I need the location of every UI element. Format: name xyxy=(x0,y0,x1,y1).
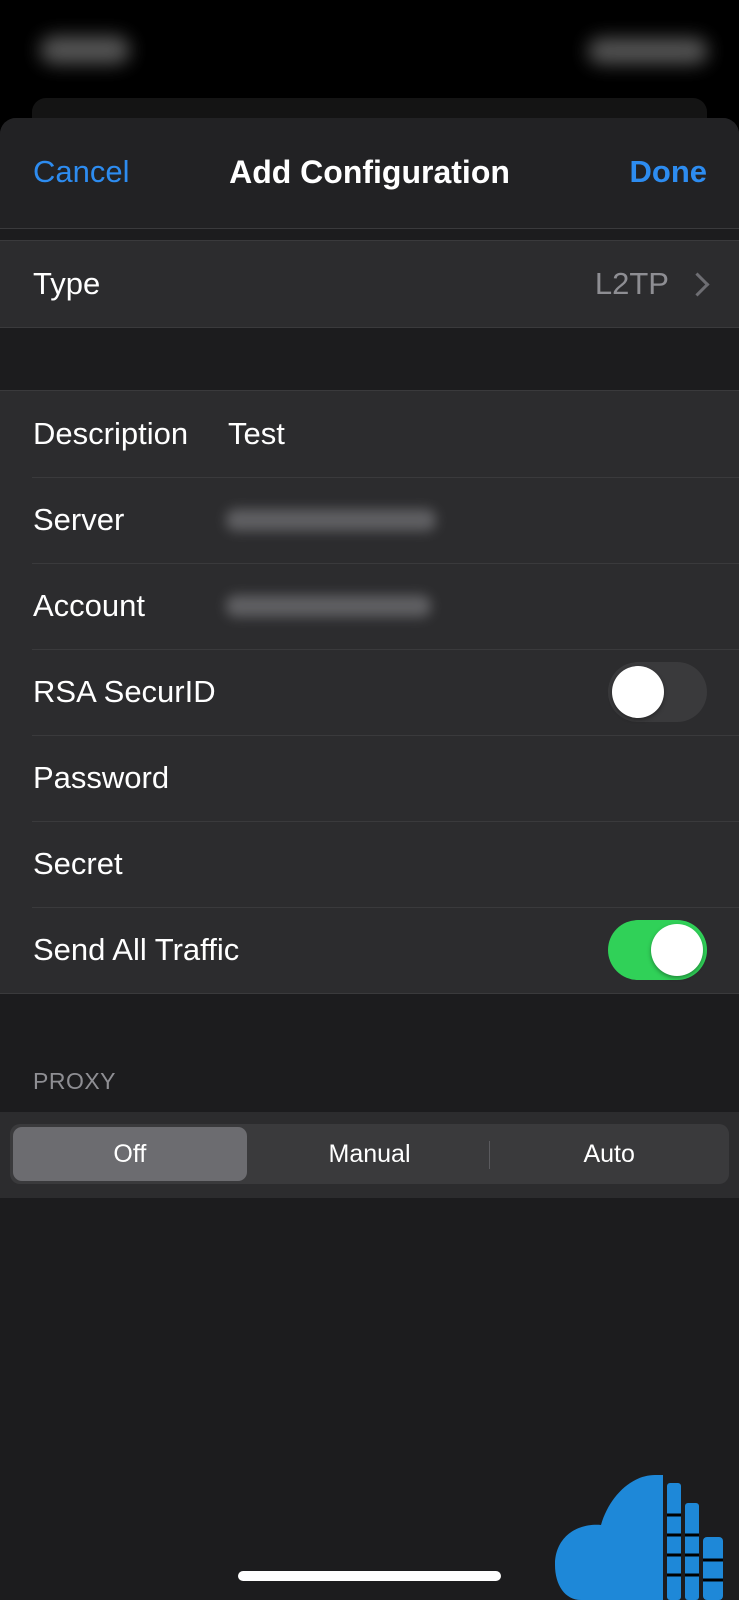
type-row[interactable]: Type L2TP xyxy=(0,241,739,327)
server-label: Server xyxy=(33,502,125,537)
proxy-segmented-control: Off Manual Auto xyxy=(10,1124,729,1184)
account-label: Account xyxy=(33,588,146,623)
type-value: L2TP xyxy=(594,266,669,301)
proxy-option-manual[interactable]: Manual xyxy=(253,1127,487,1181)
rsa-securid-toggle[interactable] xyxy=(608,662,707,722)
done-button[interactable]: Done xyxy=(630,154,708,190)
server-field-redacted[interactable] xyxy=(226,509,436,531)
account-row[interactable]: Account xyxy=(0,563,739,649)
description-field[interactable]: Test xyxy=(228,416,285,452)
toggle-knob xyxy=(651,924,703,976)
description-label: Description xyxy=(33,416,189,451)
type-group: Type L2TP xyxy=(0,240,739,328)
password-row[interactable]: Password xyxy=(0,735,739,821)
status-bar xyxy=(0,0,739,110)
page-title: Add Configuration xyxy=(229,154,510,190)
type-label: Type xyxy=(33,266,101,301)
navigation-bar: Cancel Add Configuration Done xyxy=(0,118,739,229)
proxy-option-off[interactable]: Off xyxy=(13,1127,247,1181)
toggle-knob xyxy=(612,666,664,718)
status-icons-blurred xyxy=(588,38,708,64)
cloud-logo-icon xyxy=(555,1475,723,1600)
vpn-settings-group: Description Test Server Account RSA Secu… xyxy=(0,390,739,994)
status-time-blurred xyxy=(40,36,130,64)
proxy-option-auto-label: Auto xyxy=(583,1139,635,1168)
proxy-section-header: PROXY xyxy=(33,1068,117,1094)
secret-row[interactable]: Secret xyxy=(0,821,739,907)
description-row[interactable]: Description Test xyxy=(0,391,739,477)
server-row[interactable]: Server xyxy=(0,477,739,563)
chevron-right-icon xyxy=(685,271,710,297)
proxy-option-auto[interactable]: Auto xyxy=(489,1127,726,1181)
rsa-securid-label: RSA SecurID xyxy=(33,674,216,709)
segment-divider xyxy=(489,1141,491,1169)
send-all-traffic-label: Send All Traffic xyxy=(33,932,240,967)
rsa-securid-row: RSA SecurID xyxy=(0,649,739,735)
send-all-traffic-row: Send All Traffic xyxy=(0,907,739,993)
home-indicator[interactable] xyxy=(238,1571,501,1581)
add-configuration-sheet: Cancel Add Configuration Done Type L2TP … xyxy=(0,118,739,1600)
send-all-traffic-toggle[interactable] xyxy=(608,920,707,980)
proxy-group: Off Manual Auto xyxy=(0,1112,739,1198)
secret-label: Secret xyxy=(33,846,123,881)
account-field-redacted[interactable] xyxy=(226,595,431,617)
password-label: Password xyxy=(33,760,170,795)
